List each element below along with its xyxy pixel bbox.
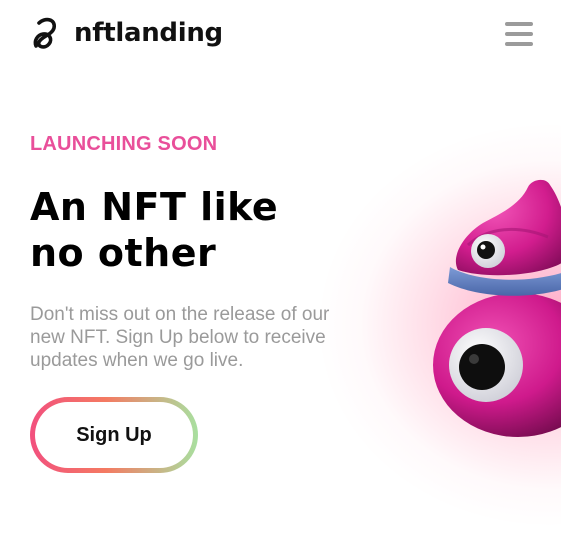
sign-up-label: Sign Up [35,402,193,468]
menu-bar [505,22,533,26]
creature-head [456,180,561,276]
hamburger-menu-icon[interactable] [505,22,533,46]
menu-bar [505,32,533,36]
hero-headline: An NFT like no other [30,185,279,275]
brand-name: nftlanding [74,18,223,48]
brand-logo[interactable]: nftlanding [30,15,223,51]
sign-up-button[interactable]: Sign Up [30,397,198,473]
swirl-logo-icon [33,17,56,49]
landing-page: nftlanding LAUNCHING SOON An NFT like no… [0,0,561,560]
launch-eyebrow: LAUNCHING SOON [30,133,218,155]
menu-bar [505,42,533,46]
hero-description: Don't miss out on the release of our new… [30,304,330,371]
pink-cartoon-creature [433,180,561,437]
